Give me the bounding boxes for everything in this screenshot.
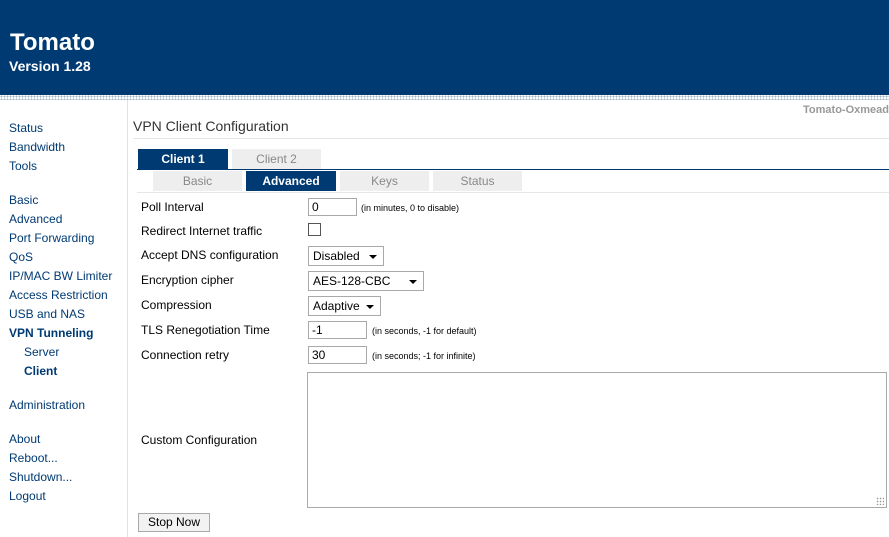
- accept-dns-label: Accept DNS configuration: [141, 248, 279, 262]
- poll-interval-hint: (in minutes, 0 to disable): [361, 203, 460, 213]
- header: Tomato Version 1.28: [0, 0, 889, 95]
- app-version: Version 1.28: [9, 58, 91, 74]
- sidebar-item-usb-nas[interactable]: USB and NAS: [9, 307, 85, 321]
- tab-client-2[interactable]: Client 2: [232, 149, 321, 169]
- tls-renegotiation-label: TLS Renegotiation Time: [141, 323, 270, 337]
- poll-interval-label: Poll Interval: [141, 200, 204, 214]
- custom-config-textarea[interactable]: [307, 372, 887, 508]
- subtab-divider: [137, 192, 889, 193]
- accept-dns-value: Disabled: [313, 249, 360, 263]
- connection-retry-label: Connection retry: [141, 348, 230, 362]
- cipher-select[interactable]: AES-128-CBC: [308, 271, 424, 291]
- sidebar-item-vpn-tunneling[interactable]: VPN Tunneling: [9, 326, 93, 340]
- redirect-traffic-label: Redirect Internet traffic: [141, 224, 263, 238]
- chevron-down-icon: [369, 255, 377, 259]
- sidebar-item-reboot[interactable]: Reboot...: [9, 451, 58, 465]
- router-name: Tomato-Oxmead: [803, 104, 889, 116]
- chevron-down-icon: [366, 305, 374, 309]
- connection-retry-input[interactable]: 30: [308, 346, 367, 364]
- redirect-traffic-checkbox[interactable]: [308, 223, 321, 236]
- tab-divider: [137, 169, 889, 170]
- page-title: VPN Client Configuration: [133, 118, 289, 134]
- sidebar-item-advanced[interactable]: Advanced: [9, 212, 62, 226]
- subtab-advanced[interactable]: Advanced: [246, 171, 336, 191]
- header-divider: [0, 95, 889, 100]
- sidebar-item-vpn-server[interactable]: Server: [24, 345, 59, 359]
- resize-grip-icon[interactable]: [876, 497, 884, 505]
- subtab-keys[interactable]: Keys: [340, 171, 429, 191]
- chevron-down-icon: [409, 280, 417, 284]
- tls-renegotiation-input[interactable]: -1: [308, 321, 367, 339]
- connection-retry-hint: (in seconds; -1 for infinite): [372, 351, 476, 361]
- sidebar-item-vpn-client[interactable]: Client: [24, 364, 57, 378]
- sidebar-item-access-restriction[interactable]: Access Restriction: [9, 288, 108, 302]
- compression-select[interactable]: Adaptive: [308, 296, 381, 316]
- title-divider: [133, 138, 889, 139]
- sidebar-item-bw-limiter[interactable]: IP/MAC BW Limiter: [9, 269, 112, 283]
- sidebar-item-tools[interactable]: Tools: [9, 159, 37, 173]
- cipher-value: AES-128-CBC: [313, 274, 391, 288]
- sidebar-item-about[interactable]: About: [9, 432, 40, 446]
- stop-now-button[interactable]: Stop Now: [138, 513, 210, 532]
- accept-dns-select[interactable]: Disabled: [308, 246, 384, 266]
- poll-interval-input[interactable]: 0: [308, 198, 357, 216]
- sidebar-item-administration[interactable]: Administration: [9, 398, 85, 412]
- tab-client-1[interactable]: Client 1: [138, 149, 228, 169]
- compression-value: Adaptive: [313, 299, 360, 313]
- sidebar-item-logout[interactable]: Logout: [9, 489, 46, 503]
- compression-label: Compression: [141, 298, 212, 312]
- tls-renegotiation-hint: (in seconds, -1 for default): [372, 326, 477, 336]
- subtab-basic[interactable]: Basic: [153, 171, 242, 191]
- sidebar-item-bandwidth[interactable]: Bandwidth: [9, 140, 65, 154]
- sidebar-item-shutdown[interactable]: Shutdown...: [9, 470, 72, 484]
- cipher-label: Encryption cipher: [141, 273, 234, 287]
- subtab-status[interactable]: Status: [433, 171, 522, 191]
- sidebar-item-port-forwarding[interactable]: Port Forwarding: [9, 231, 94, 245]
- custom-config-label: Custom Configuration: [141, 433, 258, 447]
- app-title: Tomato: [10, 29, 95, 56]
- sidebar-item-basic[interactable]: Basic: [9, 193, 38, 207]
- sidebar-item-status[interactable]: Status: [9, 121, 43, 135]
- sidebar-item-qos[interactable]: QoS: [9, 250, 33, 264]
